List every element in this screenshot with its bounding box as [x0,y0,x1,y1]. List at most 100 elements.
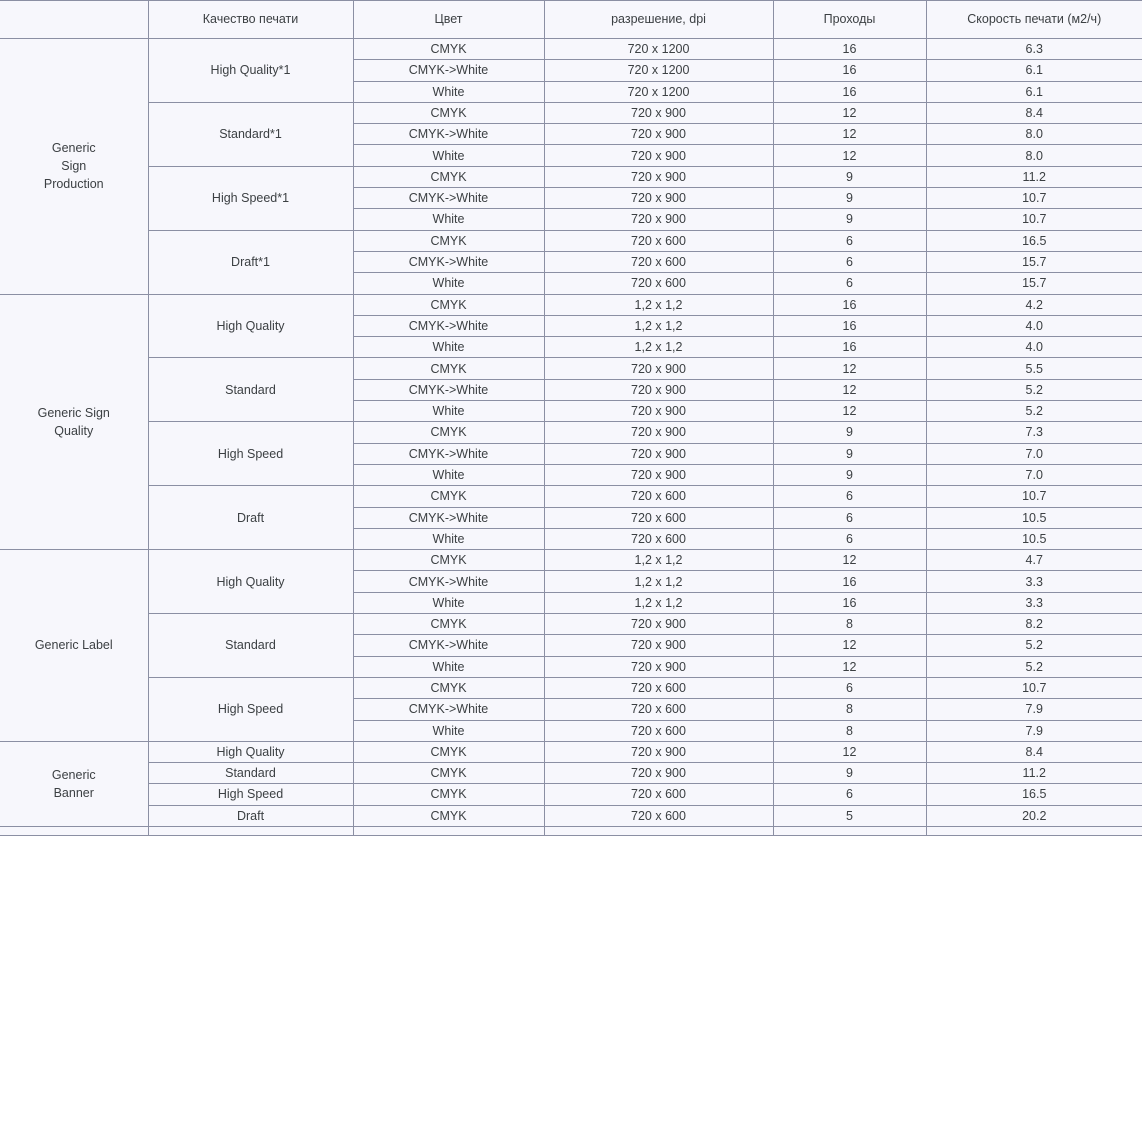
table-bottom-stub-row [0,825,1142,836]
table-row: Draft*1 CMYK 720 x 600 6 16.5 [0,229,1142,295]
media-family-line: Banner [53,785,94,800]
passes-cell: 9 [772,442,927,465]
table-header: Качество печати Цвет разрешение, dpi Про… [0,0,1142,39]
table-row: Generic Sign Production High Quality*1 CMYK 7… [0,37,1142,295]
color-mode-cell: CMYK [352,549,545,572]
color-mode-cell: White [353,144,545,167]
print-speed-cell: 8.0 [925,144,1142,167]
resolution-cell: 1,2 x 1,2 [543,570,774,593]
resolution-cell: 1,2 x 1,2 [543,336,774,359]
table-bottom-stub-cell [352,825,545,836]
table-row: Standard CMYK 720 x 900 12 5.5 [0,357,1142,423]
passes-cell: 16 [772,80,927,103]
table-row: Standard*1 CMYK 720 x 900 12 8.4 [0,101,1142,167]
color-mode-cell: CMYK [352,229,545,252]
color-mode-cell: CMYK->White [353,378,545,402]
passes-cell: 12 [772,740,927,764]
resolution-cell: 1,2 x 1,2 [543,591,774,615]
resolution-cell: 720 x 900 [543,144,774,167]
passes-cell: 9 [772,187,927,210]
color-mode-cell: CMYK->White [353,314,545,338]
resolution-cell: 720 x 600 [543,272,774,295]
passes-cell: 6 [772,485,927,508]
print-speed-cell: 7.0 [925,463,1142,487]
print-quality-cell: High Speed [148,676,354,742]
column-header-family [0,0,149,39]
color-mode-cell: White [353,463,545,487]
resolution-cell: 720 x 900 [543,101,774,125]
print-speed-cell: 20.2 [925,804,1142,827]
color-mode-cell: CMYK->White [353,187,545,210]
table-row: Generic Sign Quality High Quality CMYK 1,2 x… [0,293,1142,551]
media-family-line: Production [43,177,104,192]
passes-cell: 8 [772,719,927,742]
passes-cell: 16 [772,591,927,615]
print-speed-cell: 4.0 [925,336,1142,359]
resolution-cell: 720 x 600 [543,250,774,274]
resolution-cell: 720 x 600 [543,698,774,721]
print-quality-cell: Draft*1 [148,229,354,295]
table-bottom-stub-cell [925,825,1142,836]
print-speed-cell: 5.2 [925,378,1142,402]
table-row: Standard CMYK 720 x 900 9 11.2 [0,762,1142,785]
color-mode-cell: White [353,272,545,295]
print-speed-cell: 8.0 [925,123,1142,146]
passes-cell: 16 [772,293,927,316]
passes-cell: 12 [772,144,927,167]
table-row: Generic Label High Quality CMYK 1,2 x 1,2 12… [0,549,1142,742]
color-mode-cell: White [353,527,545,551]
resolution-cell: 720 x 900 [543,123,774,146]
passes-cell: 9 [772,463,927,487]
table-row: Draft CMYK 720 x 600 6 10.7 [0,485,1142,551]
resolution-cell: 720 x 900 [543,165,774,189]
color-mode-cell: CMYK [352,804,545,827]
media-family-cell: Generic Banner [0,740,149,827]
color-mode-cell: CMYK [352,101,545,125]
print-speed-cell: 6.1 [925,80,1142,103]
table-row: High Speed CMYK 720 x 900 9 7.3 [0,421,1142,487]
passes-cell: 12 [772,400,927,423]
passes-cell: 6 [772,527,927,551]
print-speed-cell: 10.5 [925,506,1142,529]
resolution-cell: 720 x 1200 [543,80,774,103]
media-family-line: Generic Label [34,638,113,653]
print-speed-cell: 16.5 [925,229,1142,252]
print-speed-cell: 8.4 [925,740,1142,764]
print-speed-cell: 10.5 [925,527,1142,551]
table-bottom-stub-cell [772,825,927,836]
table-row: Draft CMYK 720 x 600 5 20.2 [0,804,1142,827]
media-family-line: Generic Sign [37,405,110,420]
print-quality-cell: Standard [148,613,354,678]
passes-cell: 16 [772,570,927,593]
passes-cell: 8 [772,613,927,636]
passes-cell: 16 [772,37,927,61]
passes-cell: 16 [772,336,927,359]
media-family-line: Generic [51,141,96,156]
color-mode-cell: White [353,400,545,423]
passes-cell: 6 [772,229,927,252]
color-mode-cell: CMYK [352,421,545,444]
resolution-cell: 1,2 x 1,2 [543,293,774,316]
print-speed-cell: 4.7 [925,549,1142,572]
passes-cell: 12 [772,357,927,380]
resolution-cell: 720 x 900 [543,613,774,636]
print-mode-speed-table: Качество печати Цвет разрешение, dpi Про… [0,0,1142,836]
table-body: Generic Sign Production High Quality*1 CMYK 7… [0,37,1142,836]
print-quality-cell: High Quality [147,293,354,359]
print-speed-cell: 15.7 [925,272,1142,295]
table-bottom-stub-cell [147,825,354,836]
media-family-line: Generic [51,767,96,782]
column-header-quality: Качество печати [147,0,354,39]
print-speed-cell: 5.2 [925,400,1142,423]
print-speed-cell: 3.3 [925,570,1142,593]
print-speed-cell: 6.1 [925,59,1142,82]
print-speed-cell: 10.7 [925,187,1142,210]
resolution-cell: 720 x 900 [543,400,774,423]
print-quality-cell: Draft [148,485,354,551]
print-speed-cell: 6.3 [925,37,1142,61]
print-speed-cell: 5.5 [925,357,1142,380]
passes-cell: 9 [772,165,927,189]
print-speed-cell: 7.0 [925,442,1142,465]
print-speed-cell: 10.7 [925,485,1142,508]
color-mode-cell: CMYK [352,165,545,189]
